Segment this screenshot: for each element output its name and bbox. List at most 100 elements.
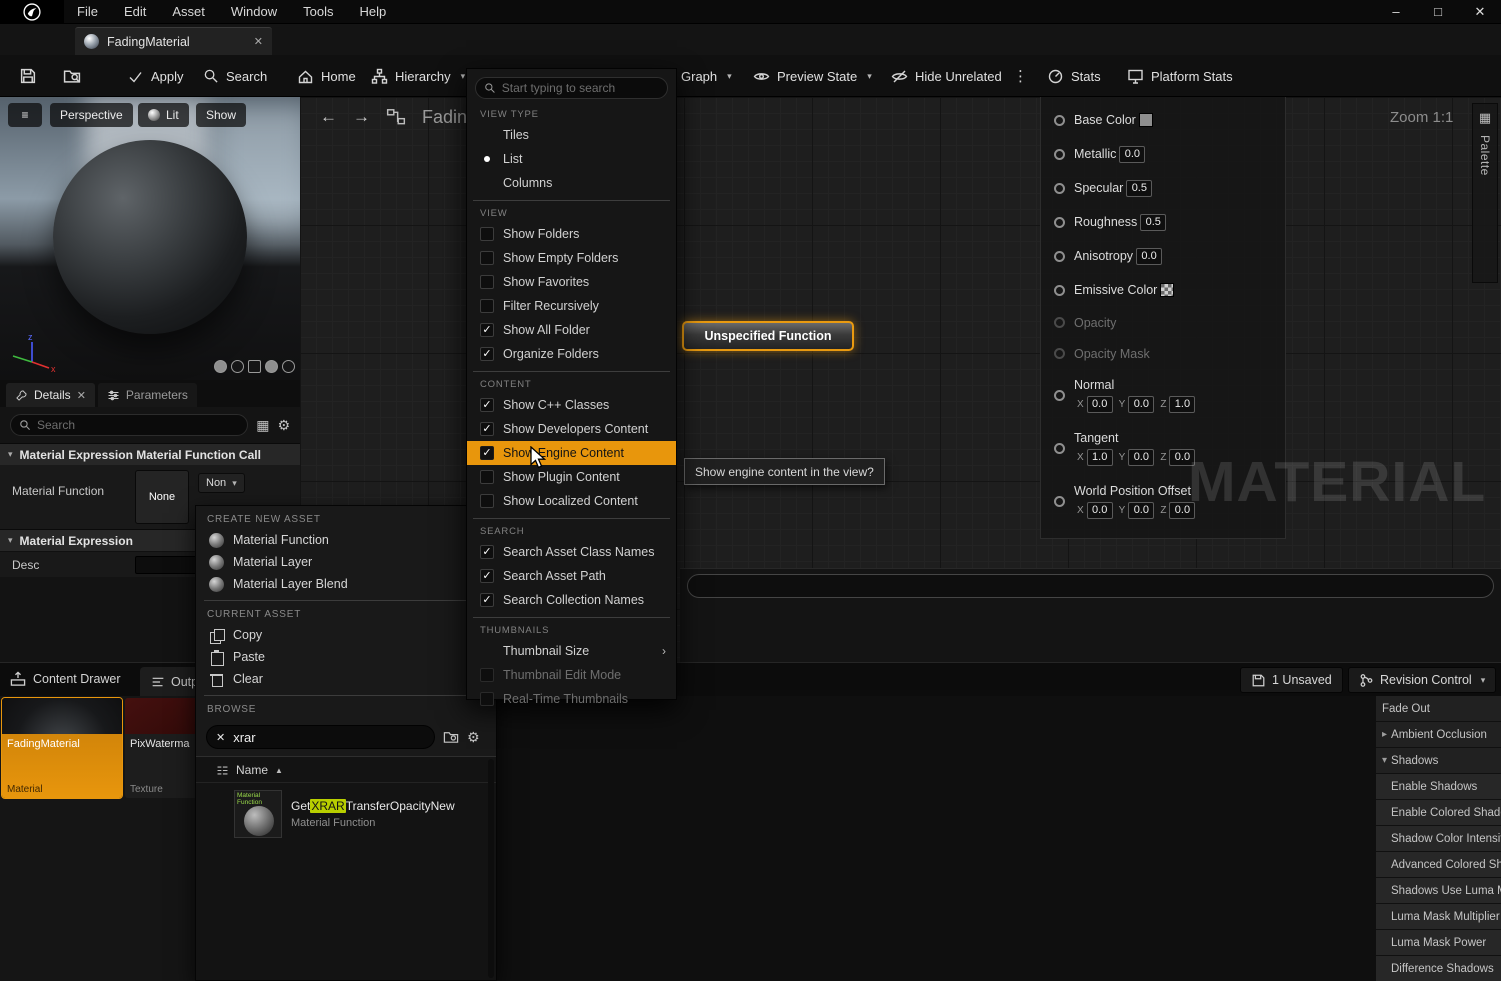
- radio-dot-icon[interactable]: [480, 152, 494, 166]
- filter-item-show-favorites[interactable]: Show Favorites: [467, 270, 676, 294]
- pin-circle-icon[interactable]: [1054, 251, 1065, 262]
- menu-window[interactable]: Window: [218, 0, 290, 24]
- checkbox[interactable]: ✓: [480, 593, 494, 607]
- pin-base-color[interactable]: Base Color: [1041, 103, 1285, 137]
- close-icon[interactable]: ✕: [77, 389, 86, 402]
- menu-edit[interactable]: Edit: [111, 0, 159, 24]
- pin-circle-icon[interactable]: [1054, 348, 1065, 359]
- color-swatch[interactable]: [1139, 113, 1153, 127]
- pin-normal[interactable]: NormalX0.0Y0.0Z1.0: [1041, 369, 1285, 422]
- checkbox[interactable]: ✓: [480, 422, 494, 436]
- checkbox[interactable]: [480, 299, 494, 313]
- perspective-button[interactable]: Perspective: [50, 103, 133, 127]
- context-item-material-function[interactable]: Material Function: [196, 529, 496, 551]
- collapse-arrow-icon[interactable]: ▾: [1382, 755, 1387, 766]
- graph-back-button[interactable]: ←: [320, 107, 337, 127]
- stats-button[interactable]: Stats: [1042, 62, 1106, 90]
- property-row-difference-shadows[interactable]: Difference Shadows: [1376, 956, 1501, 981]
- asset-result-row[interactable]: Material Function GetXRARTransferOpacity…: [196, 783, 496, 845]
- menu-help[interactable]: Help: [346, 0, 399, 24]
- pin-value-input[interactable]: 1.0: [1087, 449, 1113, 466]
- folder-filter-icon[interactable]: [443, 729, 459, 745]
- pin-value-input[interactable]: 0.5: [1140, 214, 1166, 231]
- preview-cylinder-button[interactable]: [214, 360, 227, 373]
- filter-item-show-empty-folders[interactable]: Show Empty Folders: [467, 246, 676, 270]
- palette-tab[interactable]: ▦ Palette: [1472, 103, 1498, 283]
- checkbox[interactable]: [480, 494, 494, 508]
- pin-circle-icon[interactable]: [1054, 496, 1065, 507]
- filter-search-input[interactable]: [475, 77, 668, 99]
- clear-search-icon[interactable]: ✕: [216, 731, 225, 744]
- platform-stats-button[interactable]: Platform Stats: [1122, 62, 1238, 90]
- pin-value-input[interactable]: 0.0: [1136, 248, 1162, 265]
- filter-item-search-collection-names[interactable]: ✓Search Collection Names: [467, 588, 676, 612]
- property-row-fade-out[interactable]: Fade Out: [1376, 696, 1501, 722]
- graph-forward-button[interactable]: →: [353, 107, 370, 127]
- filter-item-show-c-classes[interactable]: ✓Show C++ Classes: [467, 393, 676, 417]
- property-row-ambient-occlusion[interactable]: ▸Ambient Occlusion: [1376, 722, 1501, 748]
- material-function-dropdown[interactable]: Non ▾: [198, 473, 245, 493]
- menu-tools[interactable]: Tools: [290, 0, 346, 24]
- more-options-icon[interactable]: ⋮: [1008, 62, 1033, 90]
- unsaved-button[interactable]: 1 Unsaved: [1240, 667, 1343, 693]
- filter-item-show-folders[interactable]: Show Folders: [467, 222, 676, 246]
- checkbox[interactable]: ✓: [480, 446, 494, 460]
- pin-metallic[interactable]: Metallic0.0: [1041, 137, 1285, 171]
- checkbox[interactable]: [480, 668, 494, 682]
- pin-value-input[interactable]: 0.0: [1119, 146, 1145, 163]
- property-row-advanced-colored-sha[interactable]: Advanced Colored Sha: [1376, 852, 1501, 878]
- settings-gear-icon[interactable]: ⚙: [277, 417, 290, 434]
- pin-anisotropy[interactable]: Anisotropy0.0: [1041, 239, 1285, 273]
- pin-circle-icon[interactable]: [1054, 115, 1065, 126]
- checkbox[interactable]: [480, 227, 494, 241]
- property-row-shadows-use-luma-m[interactable]: Shadows Use Luma M: [1376, 878, 1501, 904]
- save-button[interactable]: [14, 62, 42, 90]
- preview-viewport[interactable]: ≡ Perspective Lit Show z x: [0, 97, 300, 380]
- filter-item-show-all-folder[interactable]: ✓Show All Folder: [467, 318, 676, 342]
- property-row-shadows[interactable]: ▾Shadows: [1376, 748, 1501, 774]
- maximize-button[interactable]: □: [1417, 0, 1459, 24]
- close-button[interactable]: ✕: [1459, 0, 1501, 24]
- checkbox[interactable]: [480, 692, 494, 706]
- filter-item-show-plugin-content[interactable]: Show Plugin Content: [467, 465, 676, 489]
- material-function-thumbnail[interactable]: None: [135, 470, 189, 524]
- graph-button[interactable]: Graph▾: [676, 62, 737, 90]
- pin-circle-icon[interactable]: [1054, 443, 1065, 454]
- filter-item-real-time-thumbnails[interactable]: Real-Time Thumbnails: [467, 687, 676, 711]
- property-row-enable-shadows[interactable]: Enable Shadows: [1376, 774, 1501, 800]
- asset-search-field[interactable]: [233, 730, 393, 745]
- pin-value-input[interactable]: 0.0: [1128, 449, 1154, 466]
- details-search-field[interactable]: [37, 418, 239, 432]
- filter-item-columns[interactable]: Columns: [467, 171, 676, 195]
- pin-value-input[interactable]: 0.0: [1128, 502, 1154, 519]
- filter-item-search-asset-path[interactable]: ✓Search Asset Path: [467, 564, 676, 588]
- view-options-gear-icon[interactable]: ⚙: [467, 729, 480, 746]
- filter-search-field[interactable]: [502, 81, 659, 95]
- filter-item-tiles[interactable]: Tiles: [467, 123, 676, 147]
- home-button[interactable]: Home: [292, 62, 361, 90]
- filter-item-search-asset-class-names[interactable]: ✓Search Asset Class Names: [467, 540, 676, 564]
- preview-plane-button[interactable]: [248, 360, 261, 373]
- pin-circle-icon[interactable]: [1054, 217, 1065, 228]
- scrollbar[interactable]: [488, 759, 494, 978]
- checkbox[interactable]: ✓: [480, 569, 494, 583]
- show-button[interactable]: Show: [196, 103, 246, 127]
- filter-item-show-localized-content[interactable]: Show Localized Content: [467, 489, 676, 513]
- hierarchy-button[interactable]: Hierarchy▾: [366, 62, 470, 90]
- tab-close-icon[interactable]: ✕: [254, 35, 263, 48]
- pin-value-input[interactable]: 0.0: [1128, 396, 1154, 413]
- property-row-shadow-color-intensity[interactable]: Shadow Color Intensity: [1376, 826, 1501, 852]
- checkbox[interactable]: ✓: [480, 323, 494, 337]
- pin-circle-icon[interactable]: [1054, 390, 1065, 401]
- revision-control-button[interactable]: Revision Control ▾: [1348, 667, 1496, 693]
- checkbox[interactable]: [480, 251, 494, 265]
- property-row-luma-mask-power[interactable]: Luma Mask Power: [1376, 930, 1501, 956]
- minimize-button[interactable]: –: [1375, 0, 1417, 24]
- unspecified-function-node[interactable]: Unspecified Function: [682, 321, 854, 351]
- tab-fadingmaterial[interactable]: FadingMaterial ✕: [75, 27, 272, 55]
- menu-asset[interactable]: Asset: [159, 0, 218, 24]
- pin-value-input[interactable]: 0.0: [1087, 396, 1113, 413]
- context-item-paste[interactable]: Paste: [196, 646, 496, 668]
- hide-unrelated-button[interactable]: Hide Unrelated: [886, 62, 1007, 90]
- browse-to-asset-button[interactable]: [58, 62, 86, 90]
